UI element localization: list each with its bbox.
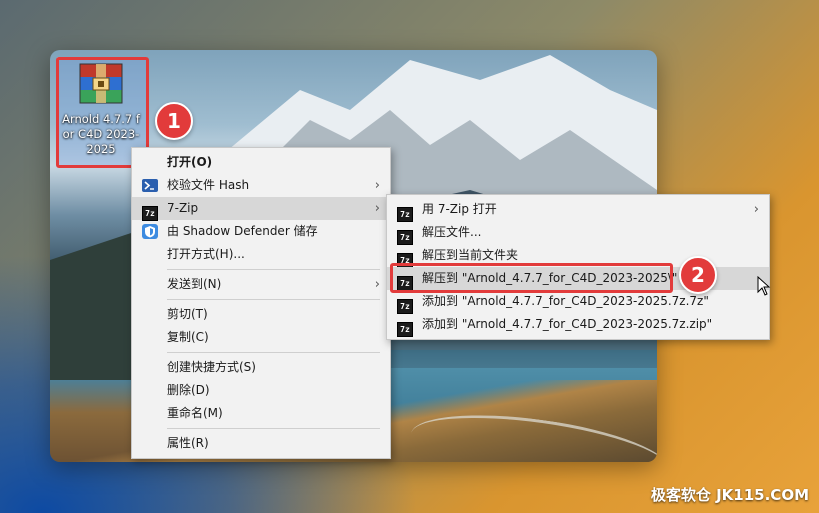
- menu-item-delete-label: 删除(D): [167, 383, 210, 397]
- menu-item-create-shortcut[interactable]: 创建快捷方式(S): [132, 356, 390, 379]
- menu-item-properties-label: 属性(R): [167, 436, 209, 450]
- highlight-box-extract: [390, 263, 673, 293]
- menu-item-copy-label: 复制(C): [167, 330, 209, 344]
- menu-item-shadow-defender-label: 由 Shadow Defender 储存: [167, 224, 318, 238]
- submenu-item-extract-files[interactable]: 7z 解压文件...: [387, 221, 769, 245]
- menu-item-shadow-defender[interactable]: 由 Shadow Defender 储存: [132, 220, 390, 243]
- menu-item-copy[interactable]: 复制(C): [132, 326, 390, 349]
- menu-item-rename[interactable]: 重命名(M): [132, 402, 390, 425]
- submenu-item-label: 解压到当前文件夹: [422, 248, 519, 262]
- submenu-item-label: 添加到 "Arnold_4.7.7_for_C4D_2023-2025.7z.7…: [422, 294, 709, 308]
- desktop-icon-label[interactable]: Arnold 4.7.7 for C4D 2023-2025: [60, 112, 142, 157]
- step-badge-2: 2: [679, 256, 717, 294]
- menu-item-open-label: 打开(O): [167, 155, 213, 169]
- chevron-right-icon: ›: [753, 202, 759, 217]
- menu-item-create-shortcut-label: 创建快捷方式(S): [167, 360, 256, 374]
- menu-item-open-with[interactable]: 打开方式(H)...: [132, 243, 390, 266]
- 7zip-icon: 7z: [397, 207, 413, 222]
- submenu-item-label: 用 7-Zip 打开: [422, 202, 497, 216]
- 7zip-icon: 7z: [397, 322, 413, 337]
- 7zip-icon: 7z: [397, 230, 413, 245]
- shadow-defender-icon: [142, 224, 158, 239]
- menu-item-rename-label: 重命名(M): [167, 406, 223, 420]
- step-badge-1: 1: [155, 102, 193, 140]
- 7zip-icon: 7z: [397, 299, 413, 314]
- watermark: 极客软仓 JK115.COM: [650, 486, 809, 504]
- chevron-right-icon: ›: [374, 201, 380, 216]
- menu-separator: [167, 352, 380, 353]
- menu-item-delete[interactable]: 删除(D): [132, 379, 390, 402]
- submenu-item-open-with-7zip[interactable]: 7z 用 7-Zip 打开 ›: [387, 198, 769, 222]
- menu-item-cut-label: 剪切(T): [167, 307, 208, 321]
- context-menu: 打开(O) 校验文件 Hash › 7z 7-Zip › 由 Shadow De…: [131, 147, 391, 459]
- menu-separator: [167, 428, 380, 429]
- menu-item-send-to[interactable]: 发送到(N) ›: [132, 273, 390, 296]
- submenu-item-label: 添加到 "Arnold_4.7.7_for_C4D_2023-2025.7z.z…: [422, 317, 713, 331]
- winrar-archive-icon[interactable]: [78, 62, 124, 106]
- 7zip-icon: 7z: [142, 206, 158, 221]
- powershell-icon: [142, 179, 158, 192]
- menu-item-open[interactable]: 打开(O): [132, 151, 390, 174]
- chevron-right-icon: ›: [374, 277, 380, 292]
- menu-item-cut[interactable]: 剪切(T): [132, 303, 390, 326]
- menu-separator: [167, 299, 380, 300]
- mouse-cursor-icon: [757, 276, 771, 296]
- menu-item-7zip-label: 7-Zip: [167, 201, 199, 215]
- submenu-item-add-to-7z[interactable]: 7z 添加到 "Arnold_4.7.7_for_C4D_2023-2025.7…: [387, 290, 769, 314]
- submenu-item-add-to-zip[interactable]: 7z 添加到 "Arnold_4.7.7_for_C4D_2023-2025.7…: [387, 313, 769, 337]
- menu-item-hash-label: 校验文件 Hash: [167, 178, 250, 192]
- menu-item-open-with-label: 打开方式(H)...: [167, 247, 245, 261]
- menu-item-hash[interactable]: 校验文件 Hash ›: [132, 174, 390, 197]
- menu-item-7zip[interactable]: 7z 7-Zip ›: [132, 197, 390, 221]
- menu-item-properties[interactable]: 属性(R): [132, 432, 390, 455]
- chevron-right-icon: ›: [374, 178, 380, 193]
- menu-separator: [167, 269, 380, 270]
- submenu-item-label: 解压文件...: [422, 225, 482, 239]
- menu-item-send-to-label: 发送到(N): [167, 277, 222, 291]
